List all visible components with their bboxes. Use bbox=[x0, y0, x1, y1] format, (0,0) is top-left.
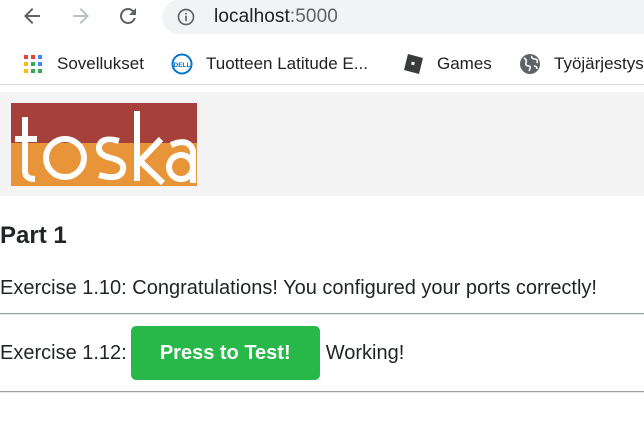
exercise-112-row: Exercise 1.12: Press to Test! Working! bbox=[0, 326, 404, 380]
bookmark-games[interactable]: Games bbox=[402, 52, 492, 76]
reload-icon bbox=[120, 7, 136, 24]
exercise-110-text: Exercise 1.10: Congratulations! You conf… bbox=[0, 277, 597, 299]
arrow-left-icon bbox=[24, 8, 40, 24]
address-port: :5000 bbox=[289, 6, 338, 27]
bookmark-dell[interactable]: DELL Tuotteen Latitude E... bbox=[171, 52, 368, 76]
toska-logo bbox=[11, 103, 197, 186]
page-title: Part 1 bbox=[0, 222, 67, 249]
bookmark-label: Games bbox=[437, 54, 492, 73]
divider bbox=[0, 391, 644, 393]
bookmark-tyojarjestys[interactable]: Työjärjestys bbox=[519, 52, 644, 76]
header-banner bbox=[0, 92, 644, 196]
exercise-112-label: Exercise 1.12: bbox=[0, 342, 127, 364]
browser-toolbar: localhost:5000 bbox=[0, 0, 644, 36]
forward-button[interactable] bbox=[67, 2, 95, 30]
bookmark-label: Sovellukset bbox=[57, 54, 144, 73]
roblox-icon bbox=[402, 53, 424, 75]
bookmarks-bar: Sovellukset DELL Tuotteen Latitude E... … bbox=[0, 44, 644, 85]
bookmark-sovellukset[interactable]: Sovellukset bbox=[22, 52, 144, 76]
status-text: Working! bbox=[325, 342, 405, 364]
back-button[interactable] bbox=[18, 2, 46, 30]
apps-grid-icon bbox=[22, 53, 44, 75]
bookmark-label: Työjärjestys bbox=[554, 54, 644, 73]
info-icon[interactable] bbox=[176, 7, 196, 27]
dell-logo-icon: DELL bbox=[171, 53, 193, 75]
reload-button[interactable] bbox=[114, 2, 142, 30]
address-host: localhost bbox=[214, 6, 290, 27]
press-to-test-button[interactable]: Press to Test! bbox=[130, 326, 320, 380]
arrow-right-icon bbox=[73, 8, 89, 24]
bookmark-label: Tuotteen Latitude E... bbox=[206, 54, 368, 73]
globe-icon bbox=[519, 53, 541, 75]
divider bbox=[0, 313, 644, 315]
address-bar[interactable]: localhost:5000 bbox=[162, 0, 644, 34]
address-text: localhost:5000 bbox=[214, 5, 338, 29]
page-content: Part 1 Exercise 1.10: Congratulations! Y… bbox=[0, 92, 644, 425]
svg-text:DELL: DELL bbox=[174, 62, 191, 69]
